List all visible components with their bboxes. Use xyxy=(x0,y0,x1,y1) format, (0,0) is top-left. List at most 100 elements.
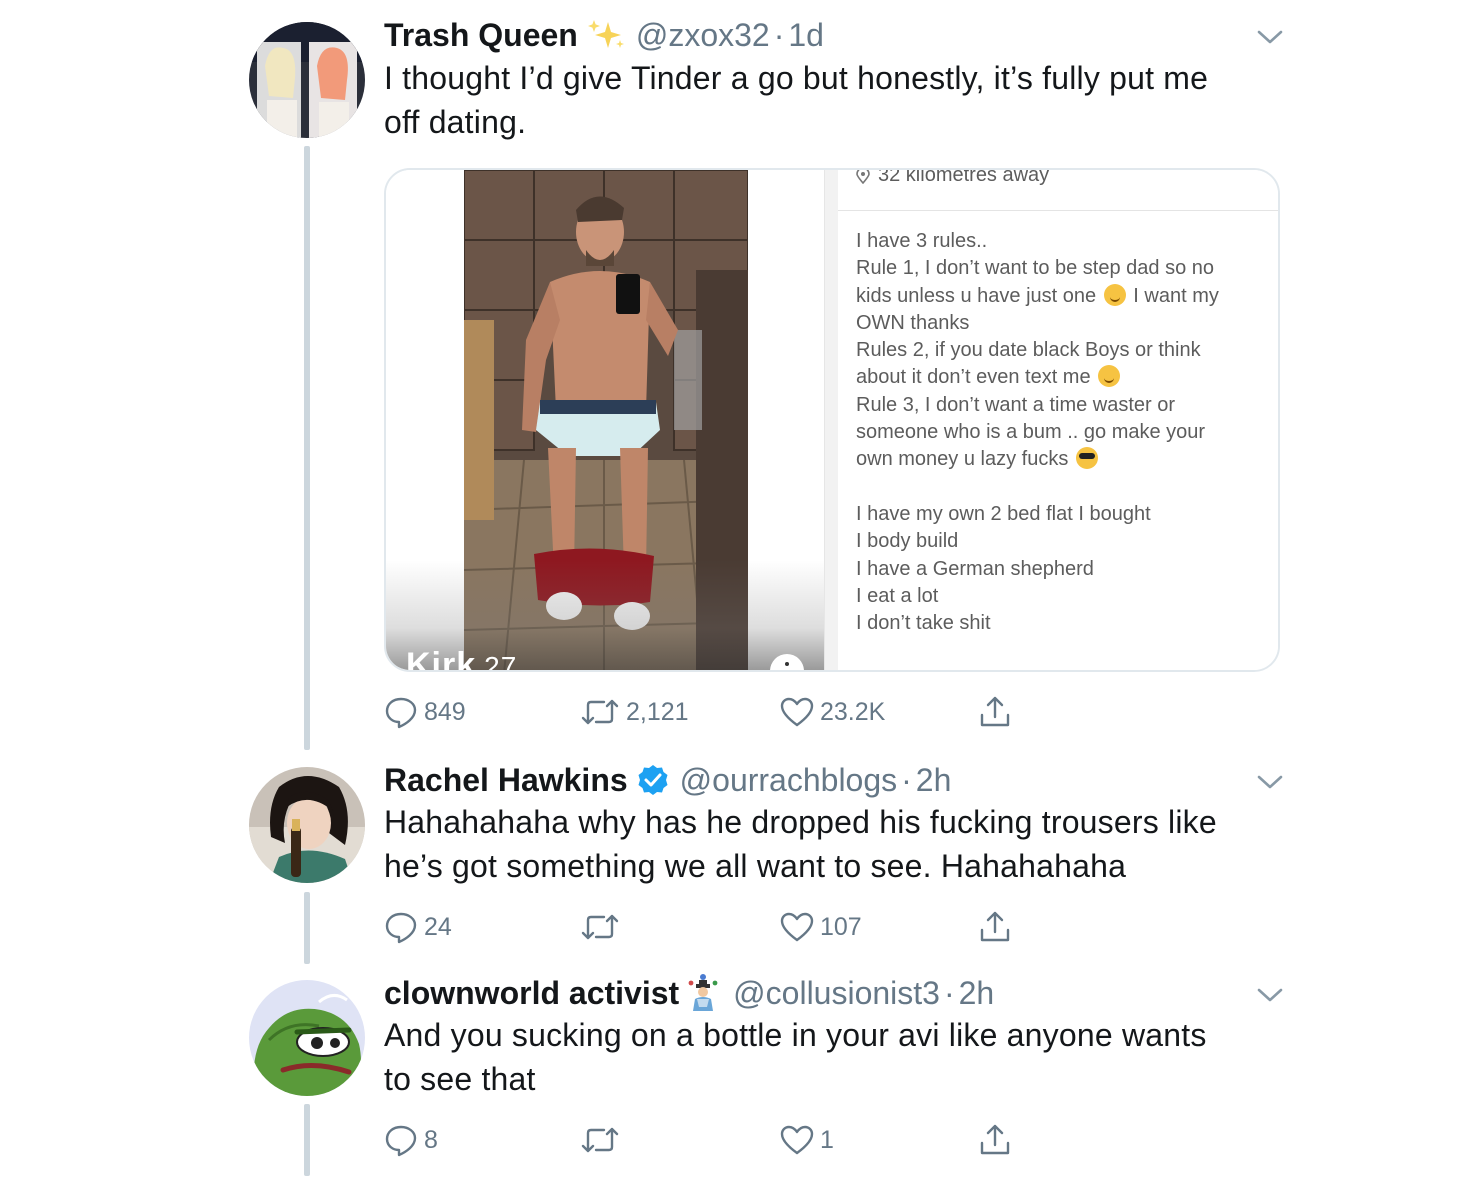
handle[interactable]: @zxox32 xyxy=(636,17,770,54)
separator-dot: · xyxy=(943,974,955,1011)
tweet-text-line: off dating. xyxy=(384,104,527,140)
profile-name: Kirk 27 xyxy=(406,646,518,672)
timestamp[interactable]: 2h xyxy=(959,975,995,1012)
heart-icon xyxy=(780,1125,814,1155)
bio-line: someone who is a bum .. go make your xyxy=(856,421,1206,444)
retweet-button[interactable]: 2,121 xyxy=(580,690,689,734)
tweet-header: clownworld activist @collusionist3 · 2h xyxy=(384,971,994,1015)
separator-dot: · xyxy=(901,761,912,798)
bio-line: Rules 2, if you date black Boys or think xyxy=(856,339,1201,362)
avatar[interactable] xyxy=(249,22,365,138)
retweet-icon xyxy=(581,699,619,725)
thread-line xyxy=(304,1104,310,1176)
heart-icon xyxy=(780,912,814,942)
avatar[interactable] xyxy=(249,767,365,883)
tweet-text-line: I thought I’d give Tinder a go but hones… xyxy=(384,60,1209,96)
tweet-text: Hahahahaha why has he dropped his fuckin… xyxy=(384,800,1284,888)
sparkles-icon xyxy=(586,18,626,52)
tweet-text-line: Hahahahaha why has he dropped his fuckin… xyxy=(384,804,1217,840)
bio-line-text: own money u lazy fucks xyxy=(856,448,1069,471)
bio-line: I have 3 rules.. xyxy=(856,230,988,252)
profile-name-text: Kirk xyxy=(406,646,477,672)
bio-line-text: I want my xyxy=(1133,284,1219,307)
display-name[interactable]: Rachel Hawkins xyxy=(384,762,628,799)
bio-line-text: about it don’t even text me xyxy=(856,366,1091,389)
profile-bio-panel: 32 kilometres away I have 3 rules.. Rule… xyxy=(838,168,1278,670)
bio-line xyxy=(856,474,1266,501)
timestamp[interactable]: 2h xyxy=(916,762,952,799)
bio-line: I have a German shepherd xyxy=(856,557,1094,580)
like-count: 1 xyxy=(820,1125,834,1154)
profile-age: 27 xyxy=(484,651,518,672)
sunglasses-face-emoji-icon xyxy=(1075,447,1098,470)
share-icon xyxy=(980,696,1010,727)
retweet-icon xyxy=(581,914,619,940)
hugging-face-emoji-icon xyxy=(1103,283,1126,306)
chevron-down-icon[interactable] xyxy=(1256,28,1284,46)
distance-text: 32 kilometres away xyxy=(878,168,1050,186)
handle[interactable]: @collusionist3 xyxy=(733,975,940,1012)
tweet-header: Trash Queen @zxox32 · 1d xyxy=(384,13,824,57)
bio-line: Rule 1, I don’t want to be step dad so n… xyxy=(856,257,1215,280)
tweet-text: I thought I’d give Tinder a go but hones… xyxy=(384,56,1284,144)
display-name[interactable]: Trash Queen xyxy=(384,17,578,54)
tweet-actions: 8 1 xyxy=(384,1118,1044,1162)
share-button[interactable] xyxy=(978,905,1012,949)
bio-line: own money u lazy fucks xyxy=(856,446,1266,473)
profile-bio: I have 3 rules.. Rule 1, I don’t want to… xyxy=(856,228,1266,637)
thread-line xyxy=(304,892,310,964)
tweet-media[interactable]: Kirk 27 32 kilometres away I have 3 rules… xyxy=(384,168,1280,672)
bio-line: I don’t take shit xyxy=(856,612,991,635)
reply-count: 849 xyxy=(424,697,466,726)
chevron-down-icon[interactable] xyxy=(1256,986,1284,1004)
share-icon xyxy=(980,911,1010,942)
handle[interactable]: @ourrachblogs xyxy=(680,762,897,799)
bio-line: OWN thanks xyxy=(856,311,970,334)
reply-button[interactable]: 24 xyxy=(384,905,452,949)
juggler-emoji-icon xyxy=(683,973,723,1013)
bio-divider xyxy=(838,210,1278,211)
bio-line: I have my own 2 bed flat I bought xyxy=(856,502,1151,525)
tweet-text-line: to see that xyxy=(384,1061,536,1097)
tweet-text-line: he’s got something we all want to see. H… xyxy=(384,848,1127,884)
tweet-actions: 849 2,121 23.2K xyxy=(384,690,1044,734)
retweet-button[interactable] xyxy=(580,905,626,949)
tweet-text: And you sucking on a bottle in your avi … xyxy=(384,1013,1284,1101)
card-divider xyxy=(824,170,838,670)
bio-line: I body build xyxy=(856,530,959,553)
share-button[interactable] xyxy=(978,1118,1012,1162)
retweet-button[interactable] xyxy=(580,1118,626,1162)
like-button[interactable]: 23.2K xyxy=(780,690,885,734)
reply-button[interactable]: 8 xyxy=(384,1118,438,1162)
share-icon xyxy=(980,1124,1010,1155)
reply-count: 8 xyxy=(424,1125,438,1154)
display-name[interactable]: clownworld activist xyxy=(384,975,679,1012)
retweet-count: 2,121 xyxy=(626,697,689,726)
heart-icon xyxy=(780,697,814,727)
hugging-face-emoji-icon xyxy=(1098,365,1121,388)
reply-icon xyxy=(385,912,417,944)
avatar[interactable] xyxy=(249,980,365,1096)
like-button[interactable]: 107 xyxy=(780,905,862,949)
bio-line: Rule 3, I don’t want a time waster or xyxy=(856,393,1176,416)
distance-row: 32 kilometres away xyxy=(856,168,1050,187)
bio-line-text: kids unless u have just one xyxy=(856,284,1097,307)
profile-photo-panel: Kirk 27 xyxy=(386,170,824,672)
chevron-down-icon[interactable] xyxy=(1256,773,1284,791)
reply-icon xyxy=(385,1125,417,1157)
location-pin-icon xyxy=(856,170,870,184)
thread-line xyxy=(304,146,310,750)
timestamp[interactable]: 1d xyxy=(788,17,824,54)
tweet-actions: 24 107 xyxy=(384,905,1044,949)
tweet-text-line: And you sucking on a bottle in your avi … xyxy=(384,1017,1207,1053)
reply-icon xyxy=(385,697,417,729)
tweet-header: Rachel Hawkins @ourrachblogs · 2h xyxy=(384,758,951,802)
like-button[interactable]: 1 xyxy=(780,1118,834,1162)
share-button[interactable] xyxy=(978,690,1012,734)
bio-line: I eat a lot xyxy=(856,584,939,607)
bio-line: about it don’t even text me xyxy=(856,364,1266,391)
bio-line: kids unless u have just one I want my xyxy=(856,283,1266,310)
reply-button[interactable]: 849 xyxy=(384,690,466,734)
reply-count: 24 xyxy=(424,912,452,941)
separator-dot: · xyxy=(773,16,785,53)
